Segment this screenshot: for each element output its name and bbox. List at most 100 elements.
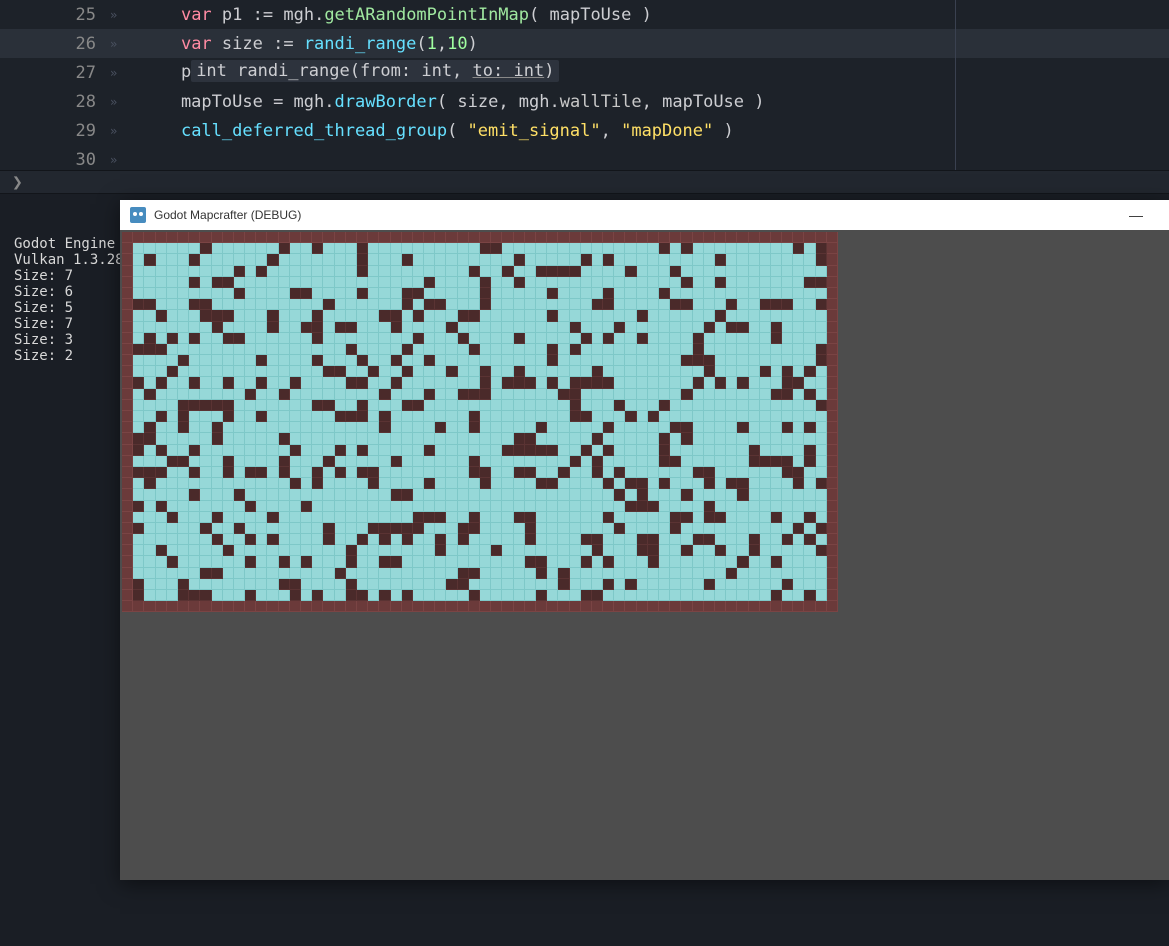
code-content[interactable]: pint randi_range(from: int, to: int): [140, 62, 559, 84]
tile: [234, 366, 245, 377]
tile: [156, 456, 167, 467]
tile: [435, 333, 446, 344]
tile: [648, 322, 659, 333]
tile: [782, 501, 793, 512]
panel-divider[interactable]: ❯: [0, 170, 1169, 194]
tile: [212, 590, 223, 601]
tile: [391, 254, 402, 265]
tile: [614, 266, 625, 277]
tile: [469, 400, 480, 411]
tile: [379, 232, 390, 243]
tile: [693, 266, 704, 277]
tile: [693, 333, 704, 344]
line-number: 25: [0, 5, 110, 25]
tile: [547, 400, 558, 411]
tile: [368, 232, 379, 243]
tile: [469, 333, 480, 344]
fold-icon[interactable]: »: [110, 37, 140, 51]
tile: [156, 467, 167, 478]
tile: [391, 243, 402, 254]
tile: [458, 568, 469, 579]
tile: [435, 254, 446, 265]
tile: [200, 534, 211, 545]
code-line[interactable]: 30»: [0, 145, 1169, 170]
tile: [771, 355, 782, 366]
tile: [413, 433, 424, 444]
code-line[interactable]: 28» mapToUse = mgh.drawBorder( size, mgh…: [0, 87, 1169, 116]
code-content[interactable]: var size := randi_range(1,10): [140, 34, 478, 54]
tile: [144, 433, 155, 444]
tile: [469, 568, 480, 579]
expand-icon[interactable]: ❯: [12, 172, 23, 193]
tile: [670, 601, 681, 612]
tile: [413, 310, 424, 321]
tile: [570, 232, 581, 243]
tile: [737, 590, 748, 601]
tile: [212, 243, 223, 254]
tile: [368, 254, 379, 265]
fold-icon[interactable]: »: [110, 124, 140, 138]
tile: [346, 344, 357, 355]
tile: [502, 445, 513, 456]
tile: [424, 478, 435, 489]
tile: [681, 534, 692, 545]
tile: [256, 333, 267, 344]
tile: [749, 400, 760, 411]
minimize-button[interactable]: —: [1113, 207, 1159, 223]
tile: [178, 344, 189, 355]
tile: [715, 501, 726, 512]
tile: [189, 456, 200, 467]
tile: [200, 433, 211, 444]
tile: [760, 232, 771, 243]
code-content[interactable]: call_deferred_thread_group( "emit_signal…: [140, 121, 734, 141]
tile: [670, 579, 681, 590]
tile: [726, 333, 737, 344]
tile: [547, 277, 558, 288]
code-line[interactable]: 27» pint randi_range(from: int, to: int): [0, 58, 1169, 87]
tile: [391, 400, 402, 411]
code-line[interactable]: 25» var p1 := mgh.getARandomPointInMap( …: [0, 0, 1169, 29]
tile: [368, 545, 379, 556]
tile: [368, 277, 379, 288]
tile: [749, 333, 760, 344]
fold-icon[interactable]: »: [110, 95, 140, 109]
tile: [782, 534, 793, 545]
tile: [156, 422, 167, 433]
code-line[interactable]: 29» call_deferred_thread_group( "emit_si…: [0, 116, 1169, 145]
fold-icon[interactable]: »: [110, 153, 140, 167]
tile: [391, 489, 402, 500]
tile: [749, 422, 760, 433]
tile: [223, 590, 234, 601]
tile: [704, 512, 715, 523]
window-titlebar[interactable]: Godot Mapcrafter (DEBUG) —: [120, 200, 1169, 230]
tile: [469, 467, 480, 478]
tile: [704, 333, 715, 344]
tile: [413, 389, 424, 400]
tile: [558, 288, 569, 299]
code-content[interactable]: mapToUse = mgh.drawBorder( size, mgh.wal…: [140, 92, 765, 112]
tile: [771, 467, 782, 478]
tile: [614, 467, 625, 478]
tile: [458, 478, 469, 489]
tile: [234, 534, 245, 545]
tile: [133, 377, 144, 388]
tile: [648, 579, 659, 590]
tile: [391, 277, 402, 288]
tile: [536, 333, 547, 344]
tile: [245, 422, 256, 433]
tile: [648, 254, 659, 265]
code-line[interactable]: 26» var size := randi_range(1,10): [0, 29, 1169, 58]
code-content[interactable]: var p1 := mgh.getARandomPointInMap( mapT…: [140, 5, 652, 25]
tile: [424, 355, 435, 366]
tile: [726, 456, 737, 467]
fold-icon[interactable]: »: [110, 8, 140, 22]
code-editor[interactable]: 25» var p1 := mgh.getARandomPointInMap( …: [0, 0, 1169, 170]
tile: [234, 288, 245, 299]
tile: [391, 366, 402, 377]
game-debug-window[interactable]: Godot Mapcrafter (DEBUG) —: [120, 200, 1169, 880]
fold-icon[interactable]: »: [110, 66, 140, 80]
tile: [167, 545, 178, 556]
tile: [279, 523, 290, 534]
tile: [637, 366, 648, 377]
tile: [402, 467, 413, 478]
